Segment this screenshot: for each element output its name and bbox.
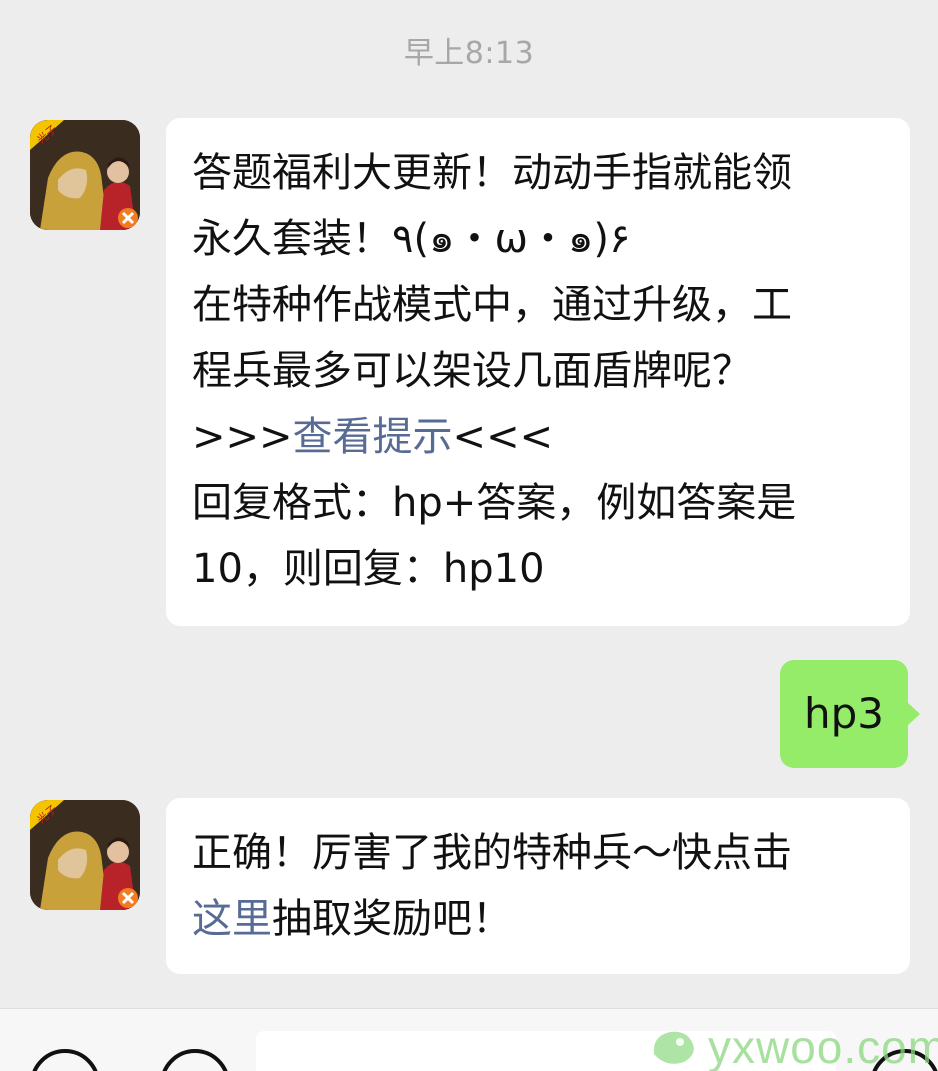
- here-link[interactable]: 这里: [192, 896, 272, 942]
- sender-avatar[interactable]: 光子: [30, 120, 140, 230]
- bubble-tail: [907, 702, 920, 726]
- emoji-icon[interactable]: [160, 1049, 230, 1071]
- message-line: 这里抽取奖励吧！: [192, 886, 886, 952]
- view-hint-link[interactable]: 查看提示: [293, 414, 453, 460]
- game-avatar-icon: 光子: [30, 120, 140, 230]
- hint-line: >>>查看提示<<<: [192, 404, 886, 470]
- message-line: 正确！厉害了我的特种兵～快点击: [192, 830, 792, 876]
- outgoing-message-text: hp3: [803, 689, 884, 738]
- message-timestamp: 早上8:13: [403, 36, 535, 71]
- incoming-message-bubble[interactable]: 答题福利大更新！动动手指就能领 永久套装！٩(๑・ω・๑)۶ 在特种作战模式中，…: [166, 118, 910, 626]
- voice-icon[interactable]: [30, 1049, 100, 1071]
- game-avatar-icon: 光子: [30, 800, 140, 910]
- outgoing-message-bubble[interactable]: hp3: [780, 660, 920, 768]
- incoming-message-bubble[interactable]: 正确！厉害了我的特种兵～快点击 这里抽取奖励吧！: [166, 798, 910, 974]
- message-line: 永久套装！٩(๑・ω・๑)۶: [192, 216, 631, 262]
- message-line: 程兵最多可以架设几面盾牌呢？: [192, 348, 752, 394]
- hint-prefix: >>>: [192, 414, 293, 460]
- watermark-bird-icon: [653, 1031, 694, 1064]
- message-line: 答题福利大更新！动动手指就能领: [192, 150, 792, 196]
- message-text: 抽取奖励吧！: [272, 896, 512, 942]
- message-line: 在特种作战模式中，通过升级，工: [192, 282, 792, 328]
- chat-screen: 早上8:13 光子 答题福利大更新！动动手指就能领 永久套装！٩(๑・ω・๑)۶…: [0, 0, 938, 1071]
- watermark-text: yxwoo.com: [708, 1021, 938, 1071]
- hint-suffix: <<<: [452, 414, 554, 460]
- message-line: 回复格式：hp+答案，例如答案是: [192, 480, 797, 526]
- message-line: 10，则回复：hp10: [192, 546, 545, 592]
- sender-avatar[interactable]: 光子: [30, 800, 140, 910]
